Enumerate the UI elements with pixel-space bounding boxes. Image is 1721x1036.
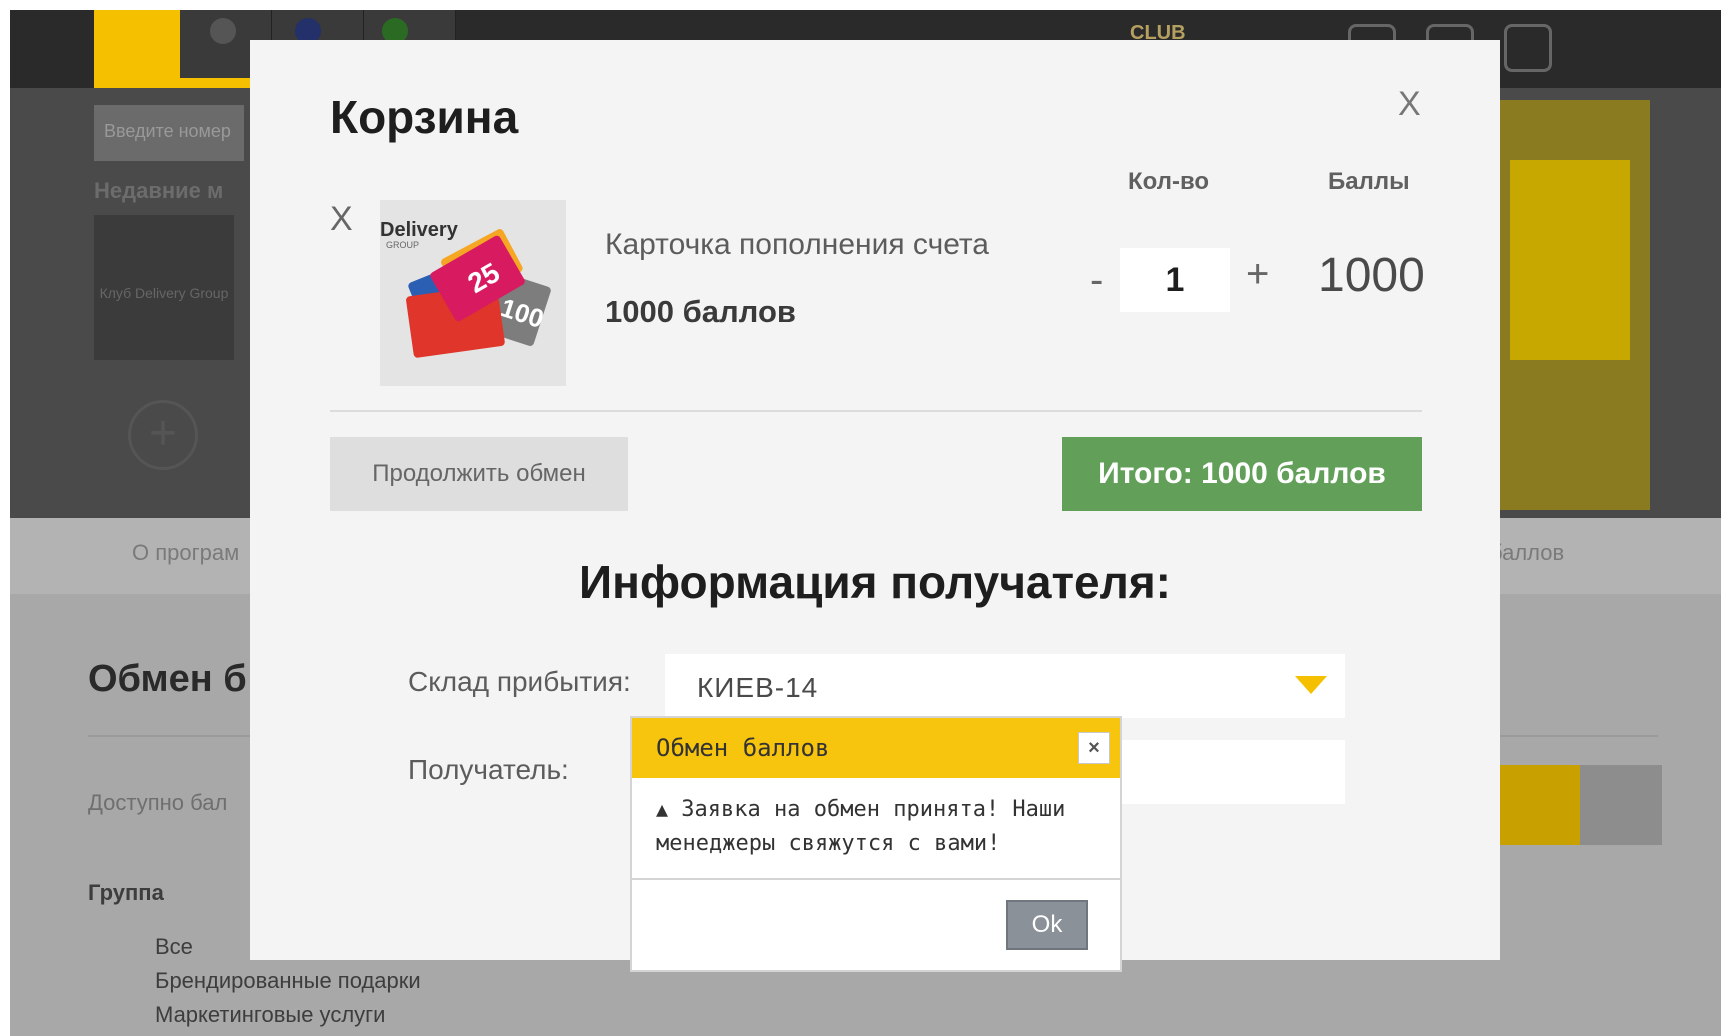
item-points: 1000	[1318, 249, 1425, 302]
quantity-input[interactable]	[1120, 248, 1230, 312]
warehouse-value: КИЕВ-14	[697, 672, 819, 703]
brand-label: Delivery	[380, 219, 459, 241]
ok-button[interactable]: Ok	[1006, 900, 1088, 950]
alert-header: Обмен баллов ×	[632, 718, 1120, 778]
alert-dialog: Обмен баллов × ▲ Заявка на обмен принята…	[630, 716, 1122, 972]
alert-message-block: ▲ Заявка на обмен принята! Наши менеджер…	[656, 792, 1106, 861]
group-label: Группа	[88, 880, 164, 905]
nav-item-points[interactable]: баллов	[1490, 540, 1564, 566]
page-title: Обмен б	[88, 658, 247, 700]
recent-label: Недавние м	[94, 178, 224, 203]
available-label: Доступно бал	[88, 790, 228, 815]
grid-view-icon[interactable]	[1498, 765, 1580, 845]
list-item[interactable]: Брендированные подарки	[155, 964, 421, 998]
recipient-label: Получатель:	[408, 754, 569, 785]
lang-dot-icon	[210, 18, 236, 44]
alert-message: Заявка на обмен принята! Наши менеджеры …	[656, 797, 1066, 856]
chevron-down-icon	[1295, 676, 1327, 694]
list-view-icon[interactable]	[1580, 765, 1662, 845]
nav-item-about[interactable]: О програм	[132, 540, 239, 566]
warning-icon: ▲	[656, 797, 669, 821]
add-icon[interactable]: +	[128, 400, 198, 470]
product-image: 100 25 Delivery GROUP	[380, 200, 566, 386]
close-button[interactable]: X	[1398, 85, 1421, 124]
continue-exchange-button[interactable]: Продолжить обмен	[330, 437, 628, 511]
warehouse-label: Склад прибытия:	[408, 666, 631, 697]
warehouse-select[interactable]: КИЕВ-14	[665, 654, 1345, 718]
alert-title: Обмен баллов	[656, 734, 830, 762]
search-input[interactable]: Введите номер	[94, 105, 244, 161]
list-item[interactable]: Маркетинговые услуги	[155, 998, 421, 1032]
brand-sub-label: GROUP	[386, 240, 419, 250]
quantity-increase-button[interactable]: +	[1246, 252, 1269, 297]
recipient-heading: Информация получателя:	[579, 556, 1171, 608]
recent-card[interactable]: Клуб Delivery Group	[94, 215, 234, 360]
close-icon[interactable]: ×	[1078, 732, 1110, 764]
modal-title: Корзина	[330, 91, 519, 143]
column-header-qty: Кол-во	[1128, 168, 1210, 195]
quantity-decrease-button[interactable]: -	[1090, 258, 1103, 303]
vk-icon[interactable]	[1504, 24, 1552, 72]
divider	[632, 878, 1120, 880]
truck-image	[1510, 160, 1630, 360]
remove-item-button[interactable]: X	[330, 200, 353, 239]
item-name: Карточка пополнения счета	[605, 228, 989, 261]
cards-image: 100 25 Delivery GROUP	[380, 200, 566, 386]
total-button[interactable]: Итого: 1000 баллов	[1062, 437, 1422, 511]
column-header-points: Баллы	[1328, 168, 1410, 195]
item-subtitle: 1000 баллов	[605, 294, 796, 329]
divider	[330, 410, 1422, 412]
